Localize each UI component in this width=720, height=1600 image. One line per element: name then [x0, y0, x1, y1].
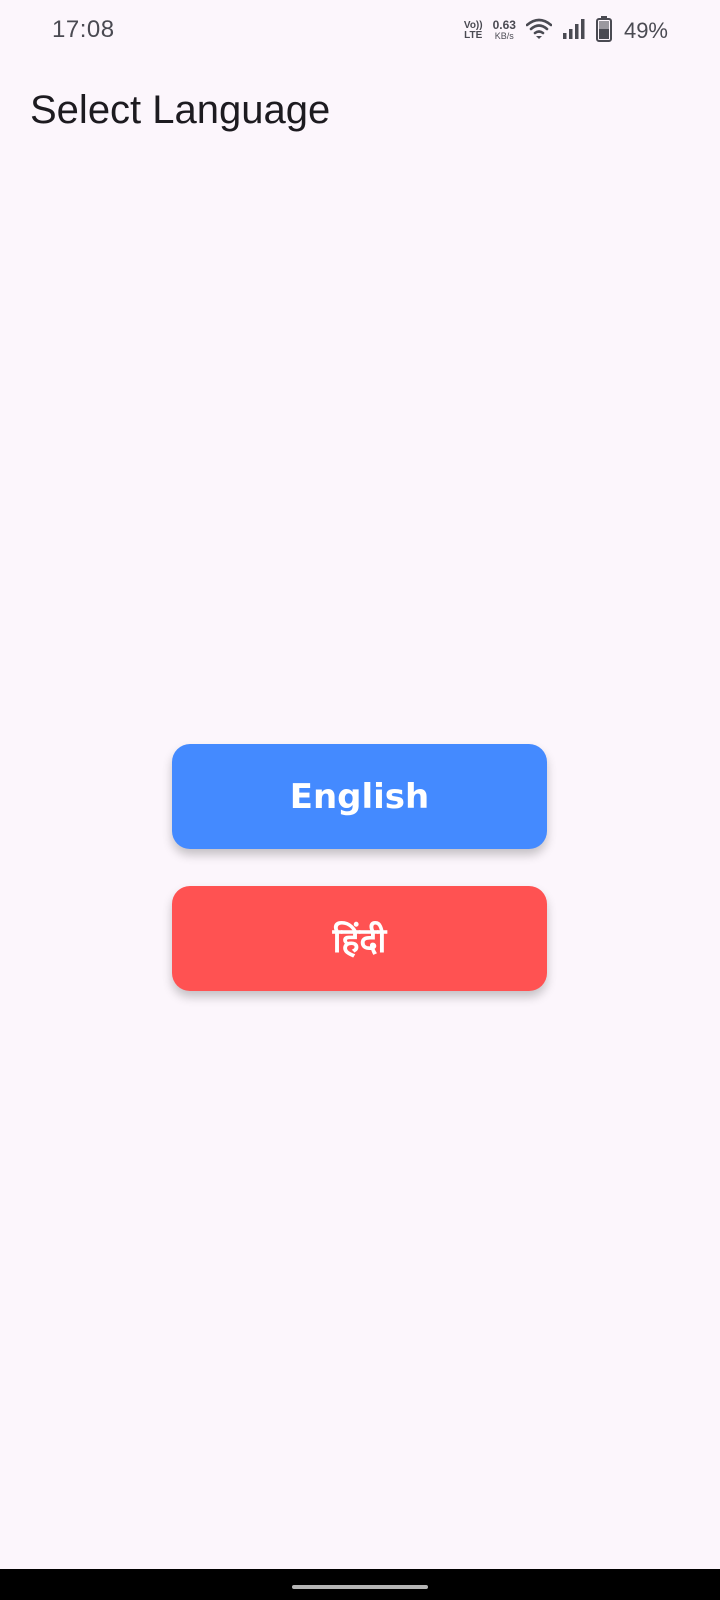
status-bar: 17:08 Vo)) LTE 0.63 KB/s 49% [0, 0, 720, 64]
status-time: 17:08 [52, 16, 115, 43]
volte-icon: Vo)) LTE [464, 21, 483, 41]
net-speed: 0.63 KB/s [492, 18, 516, 42]
battery-icon [595, 15, 612, 47]
status-icons: Vo)) LTE 0.63 KB/s 49% [464, 14, 668, 48]
home-gesture-handle[interactable] [292, 1585, 428, 1589]
net-speed-value: 0.63 [492, 18, 516, 32]
navigation-bar [0, 1569, 720, 1600]
signal-icon [562, 18, 586, 45]
language-select-screen: 17:08 Vo)) LTE 0.63 KB/s 49% Select Lang… [0, 0, 720, 1600]
english-button-label: English [289, 776, 430, 817]
hindi-button-label: हिंदी [332, 920, 387, 961]
wifi-icon [525, 18, 553, 45]
english-button[interactable]: English [172, 744, 547, 849]
volte-bottom-text: LTE [464, 30, 483, 41]
page-title: Select Language [30, 88, 331, 132]
battery-percent: 49% [623, 18, 668, 43]
hindi-button[interactable]: हिंदी [172, 886, 547, 991]
net-speed-unit: KB/s [494, 31, 514, 41]
